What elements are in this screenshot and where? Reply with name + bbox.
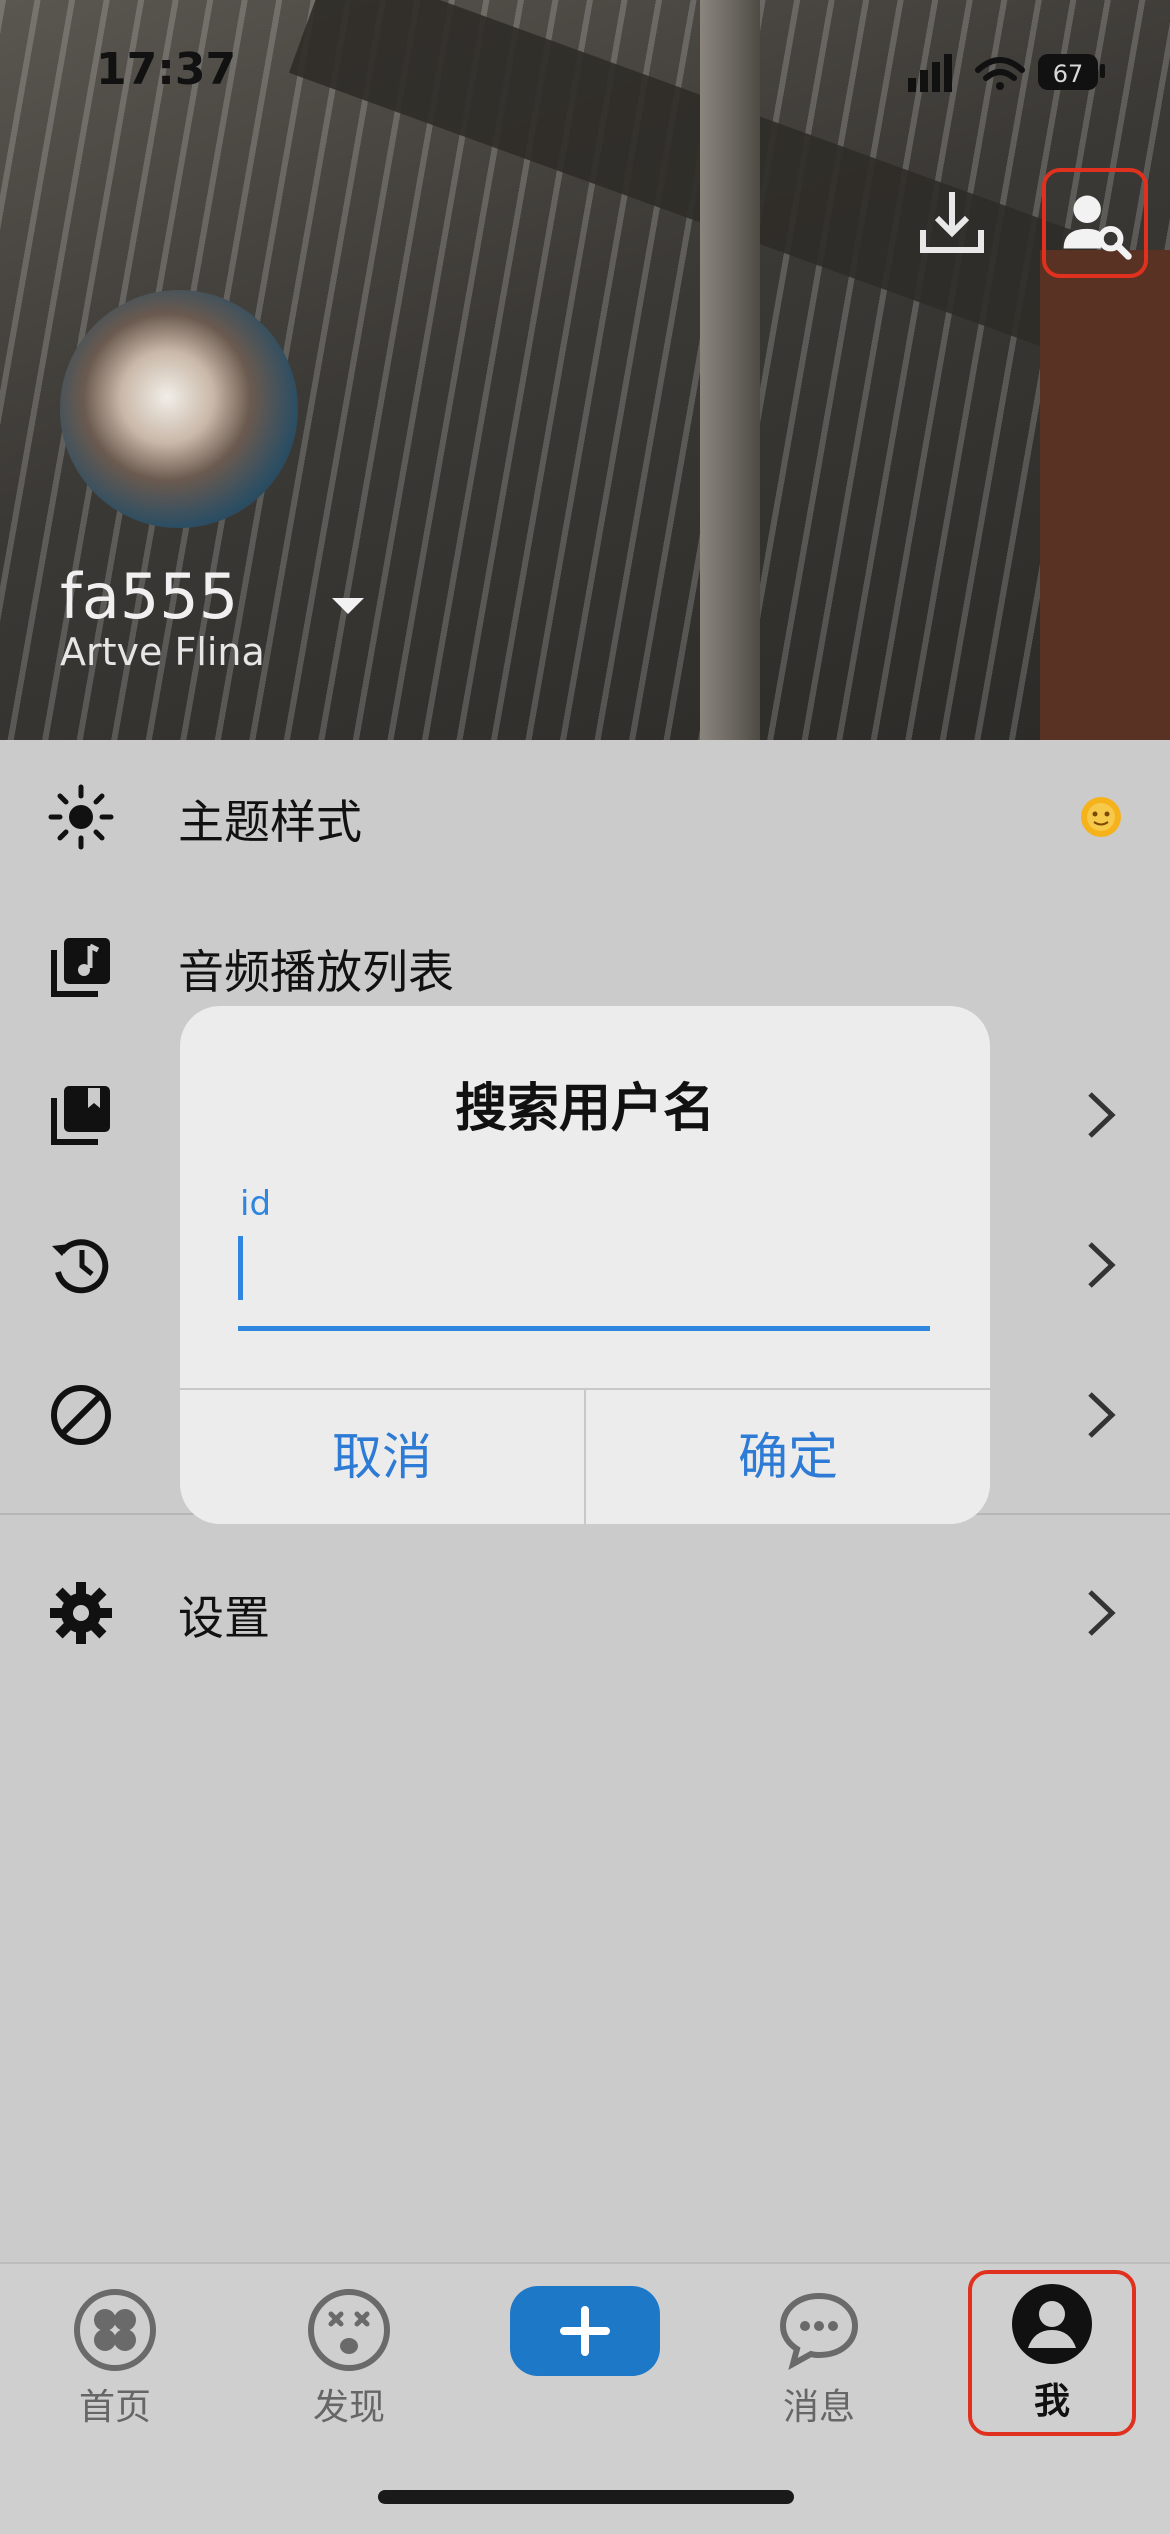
chevron-right-icon (1088, 1392, 1116, 1438)
battery-icon: 67 (1038, 54, 1105, 90)
tab-messages[interactable]: 消息 (734, 2280, 904, 2440)
history-icon (52, 1239, 109, 1294)
profile-icon (1012, 2284, 1092, 2364)
status-time: 17:37 (96, 44, 237, 95)
collections-icon (51, 1086, 110, 1145)
menu-item-label: 主题样式 (178, 795, 362, 849)
wifi-icon (975, 57, 1025, 90)
block-icon (51, 1385, 111, 1445)
download-icon (920, 192, 984, 253)
search-user-button[interactable] (1042, 168, 1148, 278)
tab-me[interactable]: 我 (968, 2270, 1136, 2436)
menu-item-label: 音频播放列表 (178, 945, 454, 999)
sun-icon (48, 784, 114, 850)
chevron-right-icon (1088, 1590, 1116, 1636)
tab-label: 发现 (312, 2387, 385, 2428)
chevron-right-icon (1088, 1092, 1116, 1138)
person-search-icon (1063, 195, 1132, 260)
username: fa555 (60, 560, 239, 633)
home-clover-icon (74, 2289, 156, 2371)
plus-icon (560, 2306, 610, 2356)
signal-icon (908, 54, 952, 92)
download-button[interactable] (907, 180, 997, 270)
id-field-label: id (240, 1184, 272, 1224)
account-dropdown-icon[interactable] (332, 598, 364, 614)
tab-label: 我 (1033, 2381, 1070, 2422)
display-name: Artve Flina (60, 630, 265, 674)
header-column (700, 0, 760, 740)
header-brick-wall (1040, 250, 1170, 740)
id-input[interactable] (238, 1228, 934, 1312)
confirm-button[interactable]: 确定 (586, 1390, 990, 1524)
tab-discover[interactable]: 发现 (264, 2280, 434, 2440)
music-playlist-icon (51, 938, 110, 997)
chat-bubble-icon (779, 2292, 859, 2371)
dialog-title: 搜索用户名 (454, 1079, 715, 1139)
tab-home[interactable]: 首页 (30, 2280, 200, 2440)
avatar[interactable] (60, 290, 298, 528)
discover-face-icon (308, 2289, 390, 2371)
home-indicator[interactable] (378, 2490, 794, 2504)
id-input-underline (238, 1326, 930, 1331)
status-icons: 67 (908, 54, 1105, 92)
menu-item-settings[interactable]: 设置 (0, 1538, 1170, 1688)
menu-item-label: 设置 (178, 1591, 270, 1645)
menu-item-theme[interactable]: 主题样式 (0, 742, 1170, 892)
chevron-right-icon (1088, 1242, 1116, 1288)
cancel-button[interactable]: 取消 (180, 1390, 584, 1524)
add-post-button[interactable] (510, 2286, 660, 2376)
tab-label: 消息 (782, 2387, 855, 2428)
svg-text:67: 67 (1053, 60, 1084, 88)
tab-label: 首页 (78, 2387, 151, 2428)
search-username-dialog: 搜索用户名 id 取消 确定 (180, 1006, 990, 1524)
gear-icon (50, 1582, 112, 1644)
sun-face-icon (1081, 797, 1121, 837)
